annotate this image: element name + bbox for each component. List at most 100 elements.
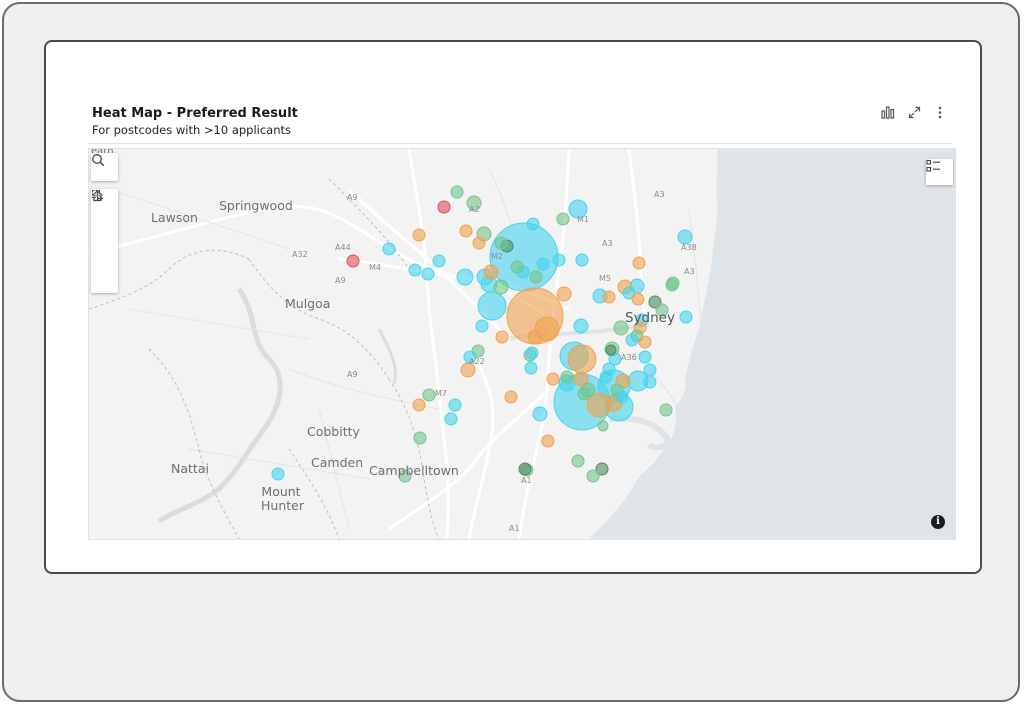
postcode-bubble-cyan[interactable] — [448, 398, 462, 412]
postcode-bubble-orange[interactable] — [631, 292, 645, 306]
road-label: A9 — [347, 193, 358, 202]
postcode-bubble-cyan[interactable] — [575, 253, 589, 267]
postcode-bubble-cyan[interactable] — [271, 467, 285, 481]
postcode-bubble-orange[interactable] — [638, 335, 652, 349]
postcode-bubble-green[interactable] — [450, 185, 464, 199]
postcode-bubble-cyan[interactable] — [382, 242, 396, 256]
info-icon[interactable]: i — [931, 515, 945, 529]
postcode-bubble-cyan[interactable] — [526, 217, 540, 231]
map-view[interactable]: Lawson Springwood Mulgoa Cobbitty Camden… — [88, 148, 956, 540]
postcode-bubble-orange[interactable] — [556, 286, 572, 302]
postcode-bubble-cyan[interactable] — [475, 319, 489, 333]
place-label: Mulgoa — [285, 296, 331, 311]
postcode-bubble-green[interactable] — [556, 212, 570, 226]
postcode-bubble-cyan[interactable] — [552, 253, 566, 267]
postcode-bubble-cyan[interactable] — [421, 267, 435, 281]
postcode-bubble-cyan[interactable] — [573, 318, 589, 334]
postcode-bubble-green[interactable] — [422, 388, 436, 402]
postcode-bubble-dark_green[interactable] — [605, 344, 617, 356]
postcode-bubble-orange[interactable] — [567, 344, 597, 374]
postcode-bubble-orange[interactable] — [546, 372, 560, 386]
postcode-bubble-red[interactable] — [437, 200, 451, 214]
bar-chart-icon[interactable] — [880, 104, 896, 120]
postcode-bubble-red[interactable] — [346, 254, 360, 268]
postcode-bubble-green[interactable] — [577, 387, 591, 401]
postcode-bubble-cyan[interactable] — [643, 363, 657, 377]
postcode-bubble-orange[interactable] — [504, 390, 518, 404]
search-icon[interactable] — [91, 153, 118, 181]
postcode-bubble-orange[interactable] — [495, 330, 509, 344]
postcode-bubble-cyan[interactable] — [638, 350, 652, 364]
road-label: A32 — [292, 250, 308, 259]
postcode-bubble-cyan[interactable] — [536, 257, 550, 271]
river — [377, 328, 397, 385]
postcode-bubble-cyan[interactable] — [456, 268, 474, 286]
postcode-bubble-orange[interactable] — [541, 434, 555, 448]
bay — [608, 415, 671, 451]
postcode-bubble-orange[interactable] — [527, 329, 543, 345]
postcode-bubble-cyan[interactable] — [444, 412, 458, 426]
place-label: Camden — [311, 455, 364, 470]
postcode-bubble-cyan[interactable] — [524, 361, 538, 375]
postcode-bubble-green[interactable] — [597, 420, 609, 432]
dashboard-card: Heat Map - Preferred Result For postcode… — [44, 40, 982, 574]
postcode-bubble-green[interactable] — [493, 279, 509, 295]
road-label: A36 — [621, 353, 637, 362]
postcode-bubble-green[interactable] — [659, 403, 673, 417]
postcode-bubble-orange[interactable] — [602, 290, 616, 304]
postcode-bubble-cyan[interactable] — [525, 346, 539, 360]
road-label: A3 — [602, 239, 613, 248]
road-label: A9 — [347, 370, 358, 379]
postcode-bubble-orange[interactable] — [412, 398, 426, 412]
postcode-bubble-dark_green[interactable] — [518, 462, 532, 476]
postcode-bubble-cyan[interactable] — [615, 390, 629, 404]
postcode-bubble-orange[interactable] — [412, 228, 426, 242]
place-label: Campbelltown — [369, 463, 459, 478]
road-label: A22 — [469, 357, 485, 366]
postcode-bubble-green[interactable] — [510, 260, 524, 274]
road-label: A1 — [521, 476, 532, 485]
postcode-bubble-orange[interactable] — [472, 236, 486, 250]
postcode-bubble-cyan[interactable] — [625, 333, 639, 347]
postcode-bubble-orange[interactable] — [632, 256, 646, 270]
postcode-bubble-cyan[interactable] — [643, 375, 657, 389]
header-divider — [88, 143, 952, 144]
place-label: Mount Hunter — [261, 484, 304, 513]
expand-icon[interactable] — [906, 104, 922, 120]
more-vertical-icon[interactable] — [932, 104, 948, 120]
place-label: Lawson — [151, 210, 198, 225]
road-label: A1 — [509, 524, 520, 533]
postcode-bubble-cyan[interactable] — [679, 310, 693, 324]
postcode-bubble-orange[interactable] — [459, 224, 473, 238]
postcode-bubble-green[interactable] — [571, 454, 585, 468]
postcode-bubble-orange[interactable] — [483, 264, 499, 280]
postcode-bubble-cyan[interactable] — [677, 229, 693, 245]
header-actions — [880, 104, 948, 120]
legend-list-icon[interactable] — [926, 159, 953, 185]
postcode-bubble-green[interactable] — [586, 469, 600, 483]
postcode-bubble-cyan[interactable] — [408, 263, 422, 277]
plus-icon[interactable] — [91, 190, 118, 267]
minus-icon[interactable] — [91, 194, 118, 293]
postcode-bubble-cyan[interactable] — [599, 370, 613, 384]
road-label: M2 — [491, 252, 503, 261]
card-subtitle: For postcodes with >10 applicants — [92, 123, 292, 137]
postcode-bubble-cyan[interactable] — [532, 406, 548, 422]
road-label: M4 — [369, 263, 381, 272]
road-label: A3 — [654, 190, 665, 199]
postcode-bubble-green[interactable] — [560, 370, 574, 384]
postcode-bubble-cyan[interactable] — [432, 254, 446, 268]
select-area-icon[interactable] — [91, 189, 118, 241]
postcode-bubble-green[interactable] — [413, 431, 427, 445]
road-label: M5 — [599, 274, 611, 283]
postcode-bubble-green[interactable] — [666, 276, 680, 290]
road-label: M7 — [435, 389, 447, 398]
place-label: Cobbitty — [307, 424, 360, 439]
road-label: M1 — [577, 215, 589, 224]
postcode-bubble-cyan[interactable] — [477, 291, 507, 321]
zoom-control — [91, 189, 118, 293]
postcode-bubble-green[interactable] — [529, 270, 543, 284]
roads — [89, 149, 646, 539]
road-label: A2 — [469, 205, 480, 214]
postcode-bubble-green[interactable] — [494, 236, 508, 250]
